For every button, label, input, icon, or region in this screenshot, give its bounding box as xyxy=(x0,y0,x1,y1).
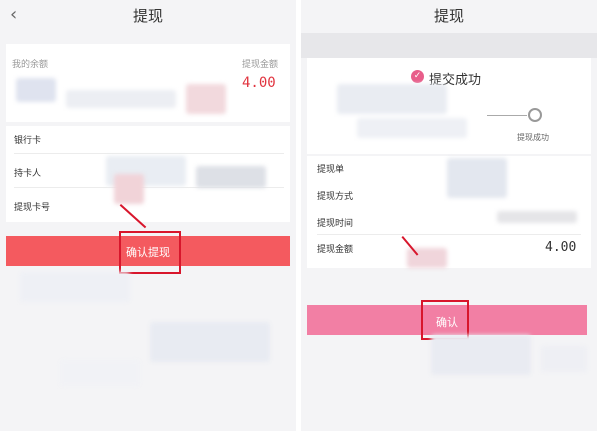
amount-label: 提现金额 xyxy=(242,60,279,70)
page-title: 提现 xyxy=(433,7,464,25)
row-divider xyxy=(14,153,284,154)
progress-line xyxy=(487,115,527,116)
redacted-area xyxy=(66,90,176,108)
nav-bar: ‹ 提现 xyxy=(0,0,296,32)
time-label: 提现时间 xyxy=(317,219,354,229)
redacted-area xyxy=(196,166,266,188)
page-title: 提现 xyxy=(132,7,163,25)
balance-card: 我的余额 提现金额 4.00 xyxy=(6,44,290,122)
bank-card-label: 银行卡 xyxy=(14,136,42,146)
order-label: 提现单 xyxy=(317,165,345,175)
step-complete-icon xyxy=(528,108,542,122)
redacted-balance xyxy=(16,78,56,102)
card-number-label: 提现卡号 xyxy=(14,203,51,213)
amount-value: 4.00 xyxy=(545,240,577,255)
amount-value[interactable]: 4.00 xyxy=(242,75,276,91)
row-divider xyxy=(317,234,581,235)
redacted-area xyxy=(357,118,467,138)
method-label: 提现方式 xyxy=(317,192,354,202)
balance-label: 我的余额 xyxy=(12,60,49,70)
redacted-area xyxy=(150,322,270,362)
redacted-area xyxy=(541,346,587,372)
redacted-area xyxy=(186,84,226,114)
step-label: 提现成功 xyxy=(517,133,549,142)
success-card: ✓ 提交成功 提现成功 xyxy=(307,58,591,154)
redacted-area xyxy=(447,158,507,198)
amount-label: 提现金额 xyxy=(317,245,354,255)
overlay-band xyxy=(301,33,597,58)
card-info-list: 银行卡 持卡人 提现卡号 xyxy=(6,126,290,222)
highlight-box xyxy=(421,300,469,340)
withdraw-success-screen: 提现 ✓ 提交成功 提现成功 提现单 提现方式 提现时间 提现金额 4.00 确… xyxy=(301,0,597,431)
redacted-area xyxy=(20,272,130,302)
nav-bar: 提现 xyxy=(301,0,597,32)
redacted-area xyxy=(431,335,531,375)
redacted-area xyxy=(337,84,447,114)
highlight-box xyxy=(119,231,181,274)
redacted-time xyxy=(497,211,577,223)
withdraw-form-screen: ‹ 提现 我的余额 提现金额 4.00 银行卡 持卡人 提现卡号 确认提现 xyxy=(0,0,296,431)
redacted-area xyxy=(114,174,144,204)
withdraw-detail-list: 提现单 提现方式 提现时间 提现金额 4.00 xyxy=(307,156,591,268)
cardholder-label: 持卡人 xyxy=(14,169,42,179)
redacted-area xyxy=(60,360,140,386)
check-circle-icon: ✓ xyxy=(411,70,424,83)
